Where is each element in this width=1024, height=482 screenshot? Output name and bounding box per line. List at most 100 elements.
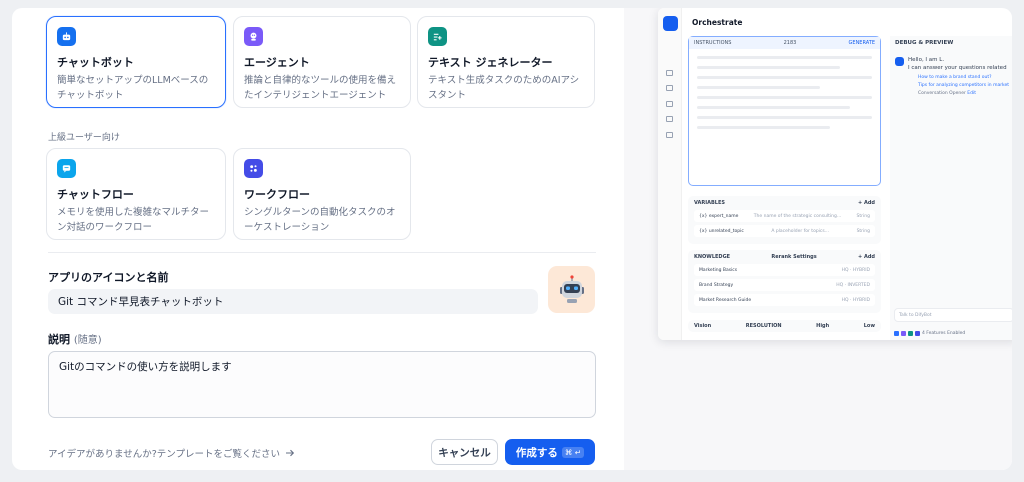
feature-icon xyxy=(894,331,899,336)
app-type-desc: シングルターンの自動化タスクのオーケストレーション xyxy=(244,207,396,233)
resolution-label: RESOLUTION xyxy=(745,323,782,329)
rerank-settings: Rerank Settings xyxy=(771,254,817,260)
greeting-line: I can answer your questions related xyxy=(908,65,1007,71)
resolution-high: High xyxy=(816,323,830,329)
opener-label: Conversation Opener xyxy=(918,91,966,96)
app-logo-icon xyxy=(663,16,678,31)
resolution-low: Low xyxy=(863,323,875,329)
knowledge-tag: HQ · HYBRID xyxy=(841,297,870,303)
knowledge-label: KNOWLEDGE xyxy=(694,254,731,260)
variable-row: {x} expert_name The name of the strategic… xyxy=(694,210,875,222)
app-type-title: ワークフロー xyxy=(244,188,310,201)
orchestrate-icon xyxy=(666,70,673,76)
app-type-desc: 簡単なセットアップのLLMベースのチャットボット xyxy=(57,75,209,101)
app-type-desc: 推論と自律的なツールの使用を備えたインテリジェントエージェント xyxy=(244,75,397,101)
chatbot-icon xyxy=(57,27,76,46)
template-link-text: アイデアがありませんか?テンプレートをご覧ください xyxy=(48,449,280,460)
description-input[interactable]: Gitのコマンドの使い方を説明します xyxy=(48,351,596,418)
text-line xyxy=(697,126,830,129)
suggestion: Tips for analyzing competitors in market xyxy=(918,83,1010,88)
create-button-label: 作成する xyxy=(515,446,558,459)
app-type-text-generator[interactable]: テキスト ジェネレーター テキスト生成タスクのためのAIアシスタント xyxy=(417,16,595,108)
knowledge-name: Brand Strategy xyxy=(699,282,734,288)
knowledge-row: Brand Strategy HQ · INVERTED xyxy=(694,279,875,291)
text-generator-icon xyxy=(428,27,447,46)
knowledge-tag: HQ · HYBRID xyxy=(841,267,870,273)
logs-icon xyxy=(666,101,673,107)
feature-icon xyxy=(915,331,920,336)
features-footer: 4 Features Enabled xyxy=(894,331,965,336)
feature-icon xyxy=(908,331,913,336)
app-type-agent[interactable]: エージェント 推論と自律的なツールの使用を備えたインテリジェントエージェント xyxy=(233,16,411,108)
instructions-box: INSTRUCTIONS 2183 GENERATE xyxy=(688,36,881,186)
create-app-form: チャットボット 簡単なセットアップのLLMベースのチャットボット エージェント … xyxy=(12,8,624,470)
variables-label: VARIABLES xyxy=(694,200,725,206)
add-variable-button: + Add xyxy=(858,200,875,206)
variable-type: String xyxy=(856,213,870,219)
bot-message: Hello, I am L. I can answer your questio… xyxy=(890,56,1012,72)
section-divider xyxy=(48,252,596,253)
chatflow-icon xyxy=(57,159,76,178)
knowledge-row: Marketing Basics HQ · HYBRID xyxy=(694,264,875,276)
app-type-chatflow[interactable]: チャットフロー メモリを使用した複雑なマルチターン対話のワークフロー xyxy=(46,148,226,240)
cancel-button[interactable]: キャンセル xyxy=(431,439,498,465)
arrow-right-icon xyxy=(286,449,295,457)
text-line xyxy=(697,106,850,109)
chat-input: Talk to DifyBot xyxy=(894,308,1012,322)
instructions-count: 2183 xyxy=(783,40,797,46)
app-type-desc: メモリを使用した複雑なマルチターン対話のワークフロー xyxy=(57,207,210,233)
shortcut-hint: ⌘ ↵ xyxy=(561,446,585,458)
app-type-title: エージェント xyxy=(244,56,310,69)
app-type-workflow[interactable]: ワークフロー シングルターンの自動化タスクのオーケストレーション xyxy=(233,148,411,240)
vision-label: Vision xyxy=(694,323,712,329)
app-preview-panel: Orchestrate INSTRUCTIONS 2183 GENERATE V… xyxy=(624,8,1012,470)
debug-label: DEBUG & PREVIEW xyxy=(895,40,954,46)
orchestrate-preview: Orchestrate INSTRUCTIONS 2183 GENERATE V… xyxy=(658,8,1012,340)
generate-button: GENERATE xyxy=(848,40,875,46)
variable-desc: A placeholder for topics... xyxy=(771,228,830,234)
preview-sidebar xyxy=(658,8,682,340)
text-line xyxy=(697,66,840,69)
text-line xyxy=(697,116,872,119)
app-icon-picker[interactable] xyxy=(548,266,595,313)
monitor-icon xyxy=(666,116,673,122)
variable-desc: The name of the strategic consulting... xyxy=(753,213,842,219)
vision-box: Vision RESOLUTION High Low xyxy=(688,320,881,332)
knowledge-name: Market Research Guide xyxy=(699,297,752,303)
knowledge-row: Market Research Guide HQ · HYBRID xyxy=(694,294,875,306)
api-icon xyxy=(666,85,673,91)
app-type-chatbot[interactable]: チャットボット 簡単なセットアップのLLMベースのチャットボット xyxy=(46,16,226,108)
feature-icon xyxy=(901,331,906,336)
debug-preview-pane: DEBUG & PREVIEW Hello, I am L. I can ans… xyxy=(890,36,1012,340)
add-knowledge-button: + Add xyxy=(858,254,875,260)
create-button[interactable]: 作成する ⌘ ↵ xyxy=(505,439,595,465)
app-type-title: チャットボット xyxy=(57,56,134,69)
optional-label: (随意) xyxy=(73,335,102,346)
knowledge-box: KNOWLEDGE Rerank Settings + Add Marketing … xyxy=(688,250,881,313)
bot-avatar-icon xyxy=(895,57,904,66)
knowledge-tag: HQ · INVERTED xyxy=(836,282,870,288)
app-type-desc: テキスト生成タスクのためのAIアシスタント xyxy=(428,75,580,101)
description-label-text: 説明 xyxy=(48,333,70,346)
app-name-input[interactable] xyxy=(48,289,538,314)
variables-box: VARIABLES + Add {x} expert_name The name o… xyxy=(688,196,881,244)
text-line xyxy=(697,76,872,79)
variable-name: {x} expert_name xyxy=(699,213,739,219)
variable-type: String xyxy=(856,228,870,234)
settings-icon xyxy=(666,132,673,138)
greeting-line: Hello, I am L. xyxy=(908,57,945,63)
text-line xyxy=(697,96,872,99)
suggestion: How to make a brand stand out? xyxy=(918,75,992,80)
preview-title: Orchestrate xyxy=(692,18,743,27)
template-link[interactable]: アイデアがありませんか?テンプレートをご覧ください xyxy=(48,446,295,460)
variable-row: {x} unrelated_topic A placeholder for top… xyxy=(694,225,875,237)
advanced-section-label: 上級ユーザー向け xyxy=(48,133,120,143)
app-type-title: テキスト ジェネレーター xyxy=(428,56,553,69)
features-text: 4 Features Enabled xyxy=(922,331,966,336)
description-field-label: 説明 (随意) xyxy=(48,331,102,347)
text-line xyxy=(697,56,872,59)
knowledge-name: Marketing Basics xyxy=(699,267,738,273)
opener-row: Conversation Opener Edit xyxy=(890,88,1012,96)
variable-name: {x} unrelated_topic xyxy=(699,228,744,234)
opener-edit: Edit xyxy=(967,91,976,96)
